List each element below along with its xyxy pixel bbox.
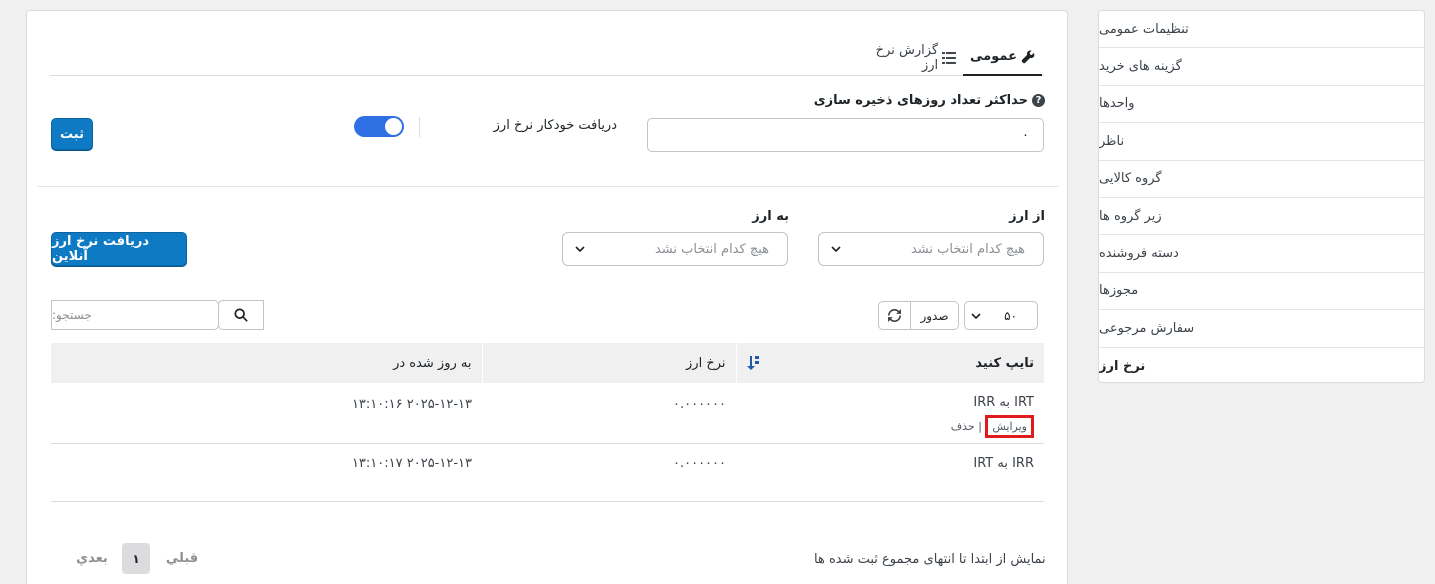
row-actions: ویرایش | حذف xyxy=(736,415,1034,438)
sidebar-item-exchange-rate[interactable]: نرخ ارز xyxy=(1099,348,1424,382)
sidebar-item-permissions[interactable]: مجوزها xyxy=(1099,273,1424,311)
cell-updated: ۲۰۲۵-۱۲-۱۳ ۱۳:۱۰:۱۶ xyxy=(50,383,482,444)
sort-icon[interactable] xyxy=(746,356,759,370)
refresh-icon xyxy=(888,309,901,322)
next-page-button[interactable]: بعدي xyxy=(72,543,112,574)
divider xyxy=(419,117,420,137)
max-days-input[interactable]: ۰ xyxy=(647,118,1044,152)
row-type-text: IRT به IRR xyxy=(973,395,1034,410)
sidebar-item-units[interactable]: واحدها xyxy=(1099,86,1424,124)
submit-button[interactable]: ثبت xyxy=(51,118,93,150)
search-button[interactable] xyxy=(218,300,264,330)
to-currency-select[interactable]: هیچ کدام انتخاب نشد xyxy=(562,232,788,266)
chevron-down-icon xyxy=(971,312,981,319)
tab-general-label: عمومی xyxy=(970,49,1017,64)
sidebar-item-subgroups[interactable]: زیر گروه ها xyxy=(1099,198,1424,236)
tab-bar: عمومی گزارش نرخ ارز xyxy=(50,39,1044,76)
table-row: IRR به IRT ۰.۰۰۰۰۰۰ ۲۰۲۵-۱۲-۱۳ ۱۳:۱۰:۱۷ xyxy=(50,443,1044,502)
fetch-online-rate-button[interactable]: دریافت نرخ ارز آنلاین xyxy=(51,232,187,266)
search-icon xyxy=(234,308,248,322)
wrench-icon xyxy=(1021,50,1035,63)
action-separator: | xyxy=(978,420,982,433)
cell-type: IRT به IRR ویرایش | حذف xyxy=(736,383,1044,444)
sidebar-item-product-group[interactable]: گروه کالایی xyxy=(1099,161,1424,198)
export-button[interactable]: صدور xyxy=(910,301,959,330)
from-currency-select[interactable]: هیچ کدام انتخاب نشد xyxy=(818,232,1044,266)
from-currency-label: از ارز xyxy=(1009,209,1045,224)
chevron-down-icon xyxy=(575,246,585,253)
sidebar-item-purchase-options[interactable]: گزینه های خرید xyxy=(1099,48,1424,86)
table-info: نمایش از ابتدا تا انتهای مجموع ثبت شده ه… xyxy=(814,552,1046,567)
page-size-value: ۵۰ xyxy=(1004,308,1017,323)
prev-page-button[interactable]: قبلي xyxy=(162,543,202,574)
column-header-updated[interactable]: به روز شده در xyxy=(50,343,482,383)
question-icon[interactable]: ? xyxy=(1032,94,1045,107)
cell-rate: ۰.۰۰۰۰۰۰ xyxy=(482,443,736,502)
settings-sidebar: تنظیمات عمومی گزینه های خرید واحدها ناظر… xyxy=(1098,10,1425,383)
cell-updated: ۲۰۲۵-۱۲-۱۳ ۱۳:۱۰:۱۷ xyxy=(50,443,482,502)
current-page[interactable]: ۱ xyxy=(122,543,150,574)
table-row: IRT به IRR ویرایش | حذف ۰.۰۰۰۰۰۰ ۲۰۲۵-۱۲… xyxy=(50,383,1044,444)
search-placeholder: جستجو: xyxy=(52,308,92,322)
section-divider xyxy=(37,186,1059,187)
auto-fetch-toggle[interactable] xyxy=(354,116,404,137)
search-input[interactable]: جستجو: xyxy=(51,300,219,330)
from-currency-placeholder: هیچ کدام انتخاب نشد xyxy=(910,241,1025,257)
delete-link[interactable]: حذف xyxy=(951,420,975,433)
exchange-rate-table: تایپ کنید نرخ ارز به روز شده در IRT به I… xyxy=(50,343,1044,502)
cell-rate: ۰.۰۰۰۰۰۰ xyxy=(482,383,736,444)
tab-report-label: گزارش نرخ ارز xyxy=(875,42,939,73)
list-icon xyxy=(942,51,956,64)
main-panel: عمومی گزارش نرخ ارز ?حداکثر تعداد روزهای… xyxy=(26,10,1068,584)
column-header-type[interactable]: تایپ کنید xyxy=(735,343,1044,383)
sidebar-item-seller-category[interactable]: دسته فروشنده xyxy=(1099,235,1424,273)
edit-link[interactable]: ویرایش xyxy=(985,415,1034,438)
sidebar-item-general-settings[interactable]: تنظیمات عمومی xyxy=(1099,11,1424,49)
cell-type: IRR به IRT xyxy=(736,443,1044,502)
tab-exchange-report[interactable]: گزارش نرخ ارز xyxy=(856,39,956,76)
column-header-rate[interactable]: نرخ ارز xyxy=(481,343,736,383)
chevron-down-icon xyxy=(831,246,841,253)
refresh-button[interactable] xyxy=(878,301,911,330)
page-size-select[interactable]: ۵۰ xyxy=(964,301,1038,330)
max-days-label: ?حداکثر تعداد روزهای ذخیره سازی xyxy=(797,93,1045,108)
sidebar-item-supervisor[interactable]: ناظر xyxy=(1099,123,1424,161)
to-currency-label: به ارز xyxy=(752,209,789,224)
tab-general[interactable]: عمومی xyxy=(963,39,1042,76)
auto-fetch-label: دریافت خودکار نرخ ارز xyxy=(493,118,617,133)
sidebar-item-return-order[interactable]: سفارش مرجوعی xyxy=(1099,310,1424,348)
to-currency-placeholder: هیچ کدام انتخاب نشد xyxy=(654,241,769,257)
toggle-knob xyxy=(385,118,402,135)
max-days-value: ۰ xyxy=(1022,127,1029,143)
